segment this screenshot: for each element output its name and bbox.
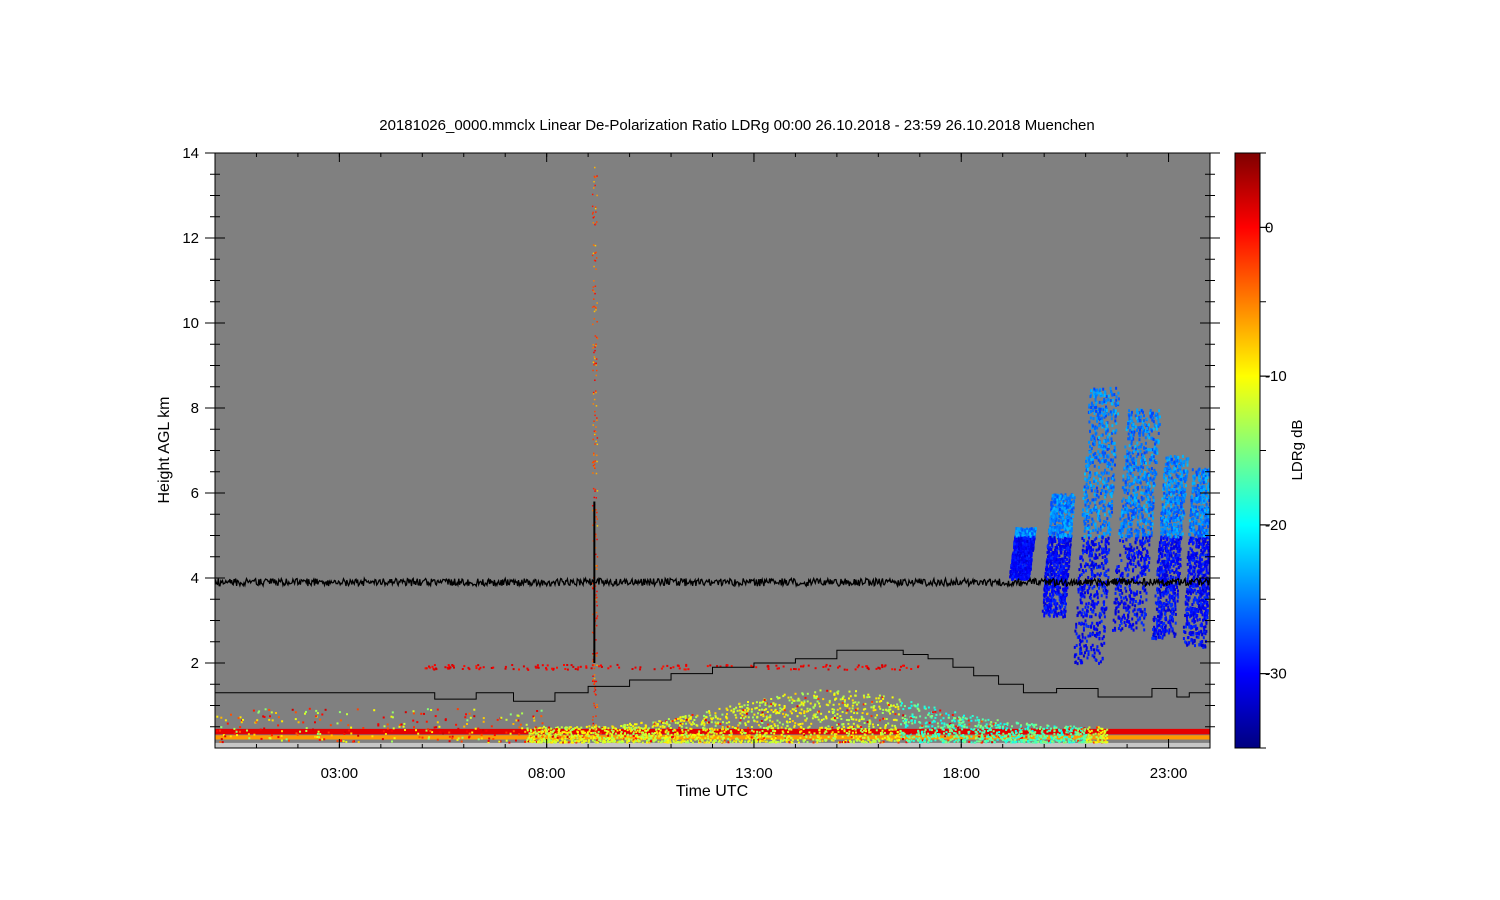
y-tick-label: 8	[191, 400, 199, 417]
x-tick-label: 13:00	[735, 765, 773, 782]
x-tick-label: 18:00	[942, 765, 980, 782]
plot-area	[215, 153, 1210, 748]
x-axis-label: Time UTC	[676, 783, 748, 800]
x-tick-label: 08:00	[528, 765, 566, 782]
colorbar-label: LDRg dB	[1289, 420, 1306, 481]
ldr-radar-chart: 20181026_0000.mmclx Linear De-Polarizati…	[156, 117, 1306, 800]
x-tick-label: 23:00	[1150, 765, 1188, 782]
colorbar-tick-label: 0	[1265, 219, 1273, 236]
y-tick-label: 6	[191, 485, 199, 502]
y-tick-label: 12	[182, 230, 199, 247]
y-tick-label: 2	[191, 655, 199, 672]
y-tick-label: 4	[191, 570, 199, 587]
colorbar	[1234, 152, 1261, 749]
colorbar-ticks: 0 -10 -20 -30	[1260, 152, 1287, 749]
y-tick-label: 10	[182, 315, 199, 332]
colorbar-tick-label: -30	[1265, 666, 1287, 683]
colorbar-tick-label: -10	[1265, 368, 1287, 385]
x-tick-label: 03:00	[321, 765, 359, 782]
chart-title: 20181026_0000.mmclx Linear De-Polarizati…	[379, 117, 1095, 134]
y-axis-label: Height AGL km	[156, 396, 173, 503]
y-tick-label: 14	[182, 145, 199, 162]
colorbar-tick-label: -20	[1265, 517, 1287, 534]
